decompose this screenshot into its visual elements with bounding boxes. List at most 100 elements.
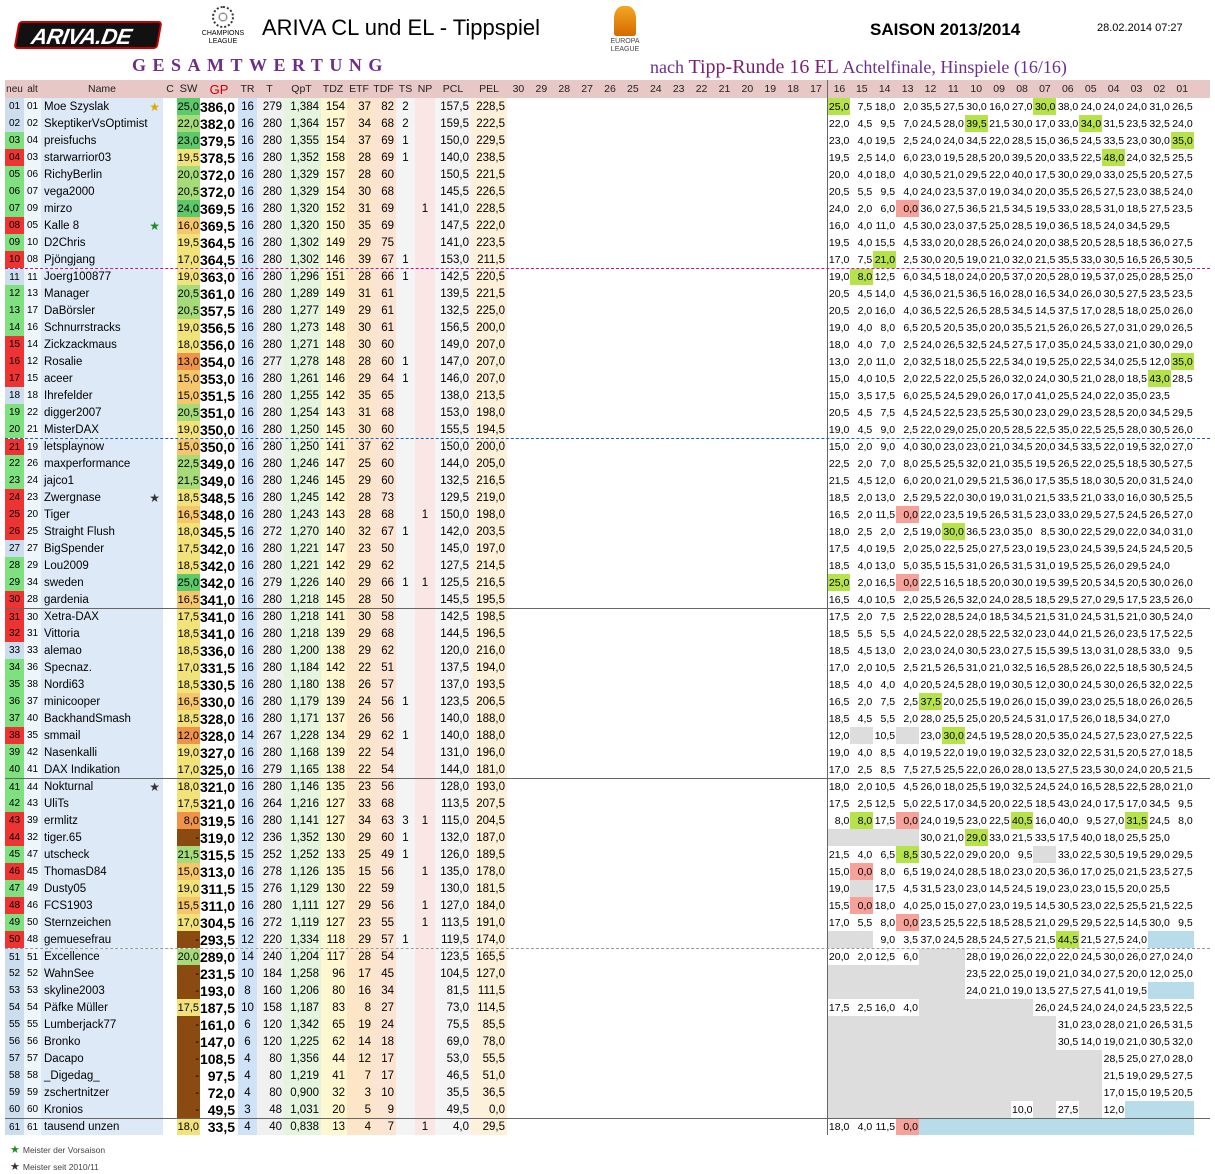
table-row[interactable]: 11 11 Joerg100877 19,0 363,0 16 280 1,296 151 28 6… xyxy=(5,268,1210,285)
header-alt[interactable]: alt xyxy=(24,80,41,98)
cell-name[interactable]: letsplaynow xyxy=(41,439,163,455)
header-pcl[interactable]: PCL xyxy=(435,80,471,98)
header-c[interactable]: C xyxy=(163,80,177,98)
header-round[interactable]: 19 xyxy=(759,80,782,98)
table-row[interactable]: 35 38 Nordi63 18,5 330,5 16 280 1,180 138 26 57 137… xyxy=(5,676,1210,693)
table-row[interactable]: 27 27 BigSpender 17,5 342,0 16 280 1,221 147 23 50… xyxy=(5,540,1210,557)
header-t[interactable]: T xyxy=(257,80,284,98)
cell-name[interactable]: DAX Indikation xyxy=(41,761,163,778)
cell-name[interactable]: _Digedag_ xyxy=(41,1067,163,1084)
table-row[interactable]: 46 45 ThomasD84 15,0 313,0 16 278 1,126 135 15 56 1… xyxy=(5,863,1210,880)
cell-name[interactable]: Nordi63 xyxy=(41,676,163,693)
header-sw[interactable]: SW xyxy=(177,80,200,98)
table-row[interactable]: 32 31 Vittoria 18,5 341,0 16 280 1,218 139 29 68 14… xyxy=(5,625,1210,642)
cell-name[interactable]: mirzo xyxy=(41,200,163,217)
cell-name[interactable]: DaBörsler xyxy=(41,302,163,319)
cell-name[interactable]: Zickzackmaus xyxy=(41,336,163,353)
header-round[interactable]: 07 xyxy=(1033,80,1056,98)
cell-name[interactable]: FCS1903 xyxy=(41,897,163,914)
cell-name[interactable]: ThomasD84 xyxy=(41,863,163,880)
ariva-logo[interactable]: ARIVA.DE xyxy=(13,21,163,49)
cell-name[interactable]: minicooper xyxy=(41,693,163,710)
table-row[interactable]: 43 39 ermlitz 8,0 319,5 16 280 1,141 127 34 63 3 1 11… xyxy=(5,812,1210,829)
table-row[interactable]: 25 20 Tiger 16,5 348,0 16 280 1,243 143 28 68 1 150,… xyxy=(5,506,1210,523)
cell-name[interactable]: Sternzeichen xyxy=(41,914,163,931)
header-round[interactable]: 20 xyxy=(736,80,759,98)
header-round[interactable]: 25 xyxy=(621,80,644,98)
cell-name[interactable]: gemuesefrau xyxy=(41,931,163,948)
table-row[interactable]: 16 12 Rosalie 13,0 354,0 16 277 1,278 148 28 60 1 14… xyxy=(5,353,1210,370)
table-row[interactable]: 29 34 sweden 25,0 342,0 16 279 1,226 140 29 66 1 1 12… xyxy=(5,574,1210,591)
cell-name[interactable]: utscheck xyxy=(41,846,163,863)
header-round[interactable]: 03 xyxy=(1125,80,1148,98)
cell-name[interactable]: jajco1 xyxy=(41,472,163,489)
cell-name[interactable]: Dusty05 xyxy=(41,880,163,897)
header-round[interactable]: 17 xyxy=(805,80,828,98)
header-round[interactable]: 15 xyxy=(850,80,873,98)
table-row[interactable]: 09 10 D2Chris 19,5 364,5 16 280 1,302 149 29 75 141… xyxy=(5,234,1210,251)
header-round[interactable]: 11 xyxy=(942,80,965,98)
cell-name[interactable]: gardenia xyxy=(41,591,163,608)
header-round[interactable]: 12 xyxy=(919,80,942,98)
table-row[interactable]: 10 08 Pjöngjang 17,0 364,5 16 280 1,302 146 39 67 1… xyxy=(5,251,1210,268)
header-round[interactable]: 14 xyxy=(873,80,896,98)
table-row[interactable]: 14 16 Schnurrstracks 19,0 356,5 16 280 1,273 148… xyxy=(5,319,1210,336)
table-row[interactable]: 53 53 skyline2003-193,0 8 160 1,206 80 16 34 81,5… xyxy=(5,982,1210,999)
cell-name[interactable]: Schnurrstracks xyxy=(41,319,163,336)
cell-name[interactable]: maxperformance xyxy=(41,455,163,472)
cell-name[interactable]: Päfke Müller xyxy=(41,999,163,1016)
header-round[interactable]: 23 xyxy=(667,80,690,98)
cell-name[interactable]: MisterDAX xyxy=(41,421,163,438)
header-round[interactable]: 16 xyxy=(827,80,850,98)
table-row[interactable]: 56 56 Bronko -147,0 6 120 1,225 62 14 18 69,0 78,0 3… xyxy=(5,1033,1210,1050)
table-row[interactable]: 42 43 UliTs 17,5 321,0 16 264 1,216 127 33 68 113,5… xyxy=(5,795,1210,812)
header-round[interactable]: 18 xyxy=(782,80,805,98)
header-round[interactable]: 26 xyxy=(599,80,622,98)
header-round[interactable]: 13 xyxy=(896,80,919,98)
player-name[interactable]: Nokturnal xyxy=(44,781,93,793)
table-row[interactable]: 28 29 Lou2009 18,5 342,0 16 280 1,221 142 29 62 127… xyxy=(5,557,1210,574)
table-row[interactable]: 37 40 BackhandSmash 18,5 328,0 16 280 1,171 137 2… xyxy=(5,710,1210,727)
table-row[interactable]: 44 32 tiger.65-319,0 12 236 1,352 130 29 60 1 132,… xyxy=(5,829,1210,846)
table-row[interactable]: 23 24 jajco1 21,5 349,0 16 280 1,246 145 29 60 132,… xyxy=(5,472,1210,489)
table-row[interactable]: 60 60 Kronios -49,5 3 48 1,031 20 5 9 49,5 0,0 10,0 2… xyxy=(5,1101,1210,1118)
table-row[interactable]: 12 13 Manager 20,5 361,0 16 280 1,289 149 31 61 139… xyxy=(5,285,1210,302)
cell-name[interactable]: WahnSee xyxy=(41,965,163,982)
table-row[interactable]: 36 37 minicooper 16,5 330,0 16 280 1,179 139 24 56… xyxy=(5,693,1210,710)
header-round[interactable]: 05 xyxy=(1079,80,1102,98)
header-round[interactable]: 27 xyxy=(576,80,599,98)
header-np[interactable]: NP xyxy=(415,80,435,98)
cell-name[interactable]: preisfuchs xyxy=(41,132,163,149)
table-row[interactable]: 24 23 Zwergnase ★ 18,5 348,5 16 280 1,245 142 28 73… xyxy=(5,489,1210,506)
table-row[interactable]: 15 14 Zickzackmaus 18,0 356,0 16 280 1,271 148 30… xyxy=(5,336,1210,353)
cell-name[interactable]: Lumberjack77 xyxy=(41,1016,163,1033)
cell-name[interactable]: tausend unzen xyxy=(41,1119,163,1135)
table-row[interactable]: 47 49 Dusty05 19,0 311,5 15 276 1,129 130 22 59 130… xyxy=(5,880,1210,897)
cell-name[interactable]: ermlitz xyxy=(41,812,163,829)
cell-name[interactable]: RichyBerlin xyxy=(41,166,163,183)
table-row[interactable]: 01 01 Moe Szyslak ★ 25,0 386,0 16 279 1,384 154 37… xyxy=(5,98,1210,115)
table-row[interactable]: 05 06 RichyBerlin 20,0 372,0 16 280 1,329 157 28 6… xyxy=(5,166,1210,183)
header-round[interactable]: 22 xyxy=(690,80,713,98)
table-row[interactable]: 04 03 starwarrior03 19,5 378,5 16 280 1,352 158 2… xyxy=(5,149,1210,166)
header-round[interactable]: 08 xyxy=(1011,80,1034,98)
cell-name[interactable]: Vittoria xyxy=(41,625,163,642)
table-row[interactable]: 50 48 gemuesefrau -293,5 12 220 1,334 118 29 57 1 1… xyxy=(5,931,1210,948)
header-ts[interactable]: TS xyxy=(396,80,415,98)
table-row[interactable]: 59 59 zschertnitzer -72,0 4 80 0,900 32 3 10 35,5 3… xyxy=(5,1084,1210,1101)
header-round[interactable]: 30 xyxy=(507,80,530,98)
table-row[interactable]: 45 47 utscheck 21,5 315,5 15 252 1,252 133 25 49 1 1… xyxy=(5,846,1210,863)
header-name[interactable]: Name xyxy=(41,80,163,98)
cell-name[interactable]: Rosalie xyxy=(41,353,163,370)
table-row[interactable]: 18 18 Ihrefelder 15,0 351,5 16 280 1,255 142 35 65… xyxy=(5,387,1210,404)
cell-name[interactable]: Bronko xyxy=(41,1033,163,1050)
cell-name[interactable]: UliTs xyxy=(41,795,163,812)
header-round[interactable]: 24 xyxy=(644,80,667,98)
cell-name[interactable]: aceer xyxy=(41,370,163,387)
table-row[interactable]: 17 15 aceer 15,0 353,0 16 280 1,261 146 29 64 1 146,… xyxy=(5,370,1210,387)
cell-name[interactable]: Lou2009 xyxy=(41,557,163,574)
cell-name[interactable]: Straight Flush xyxy=(41,523,163,540)
cell-name[interactable]: Specnaz. xyxy=(41,659,163,676)
table-row[interactable]: 22 26 maxperformance 22,5 349,0 16 280 1,246 147… xyxy=(5,455,1210,472)
cell-name[interactable]: Ihrefelder xyxy=(41,387,163,404)
